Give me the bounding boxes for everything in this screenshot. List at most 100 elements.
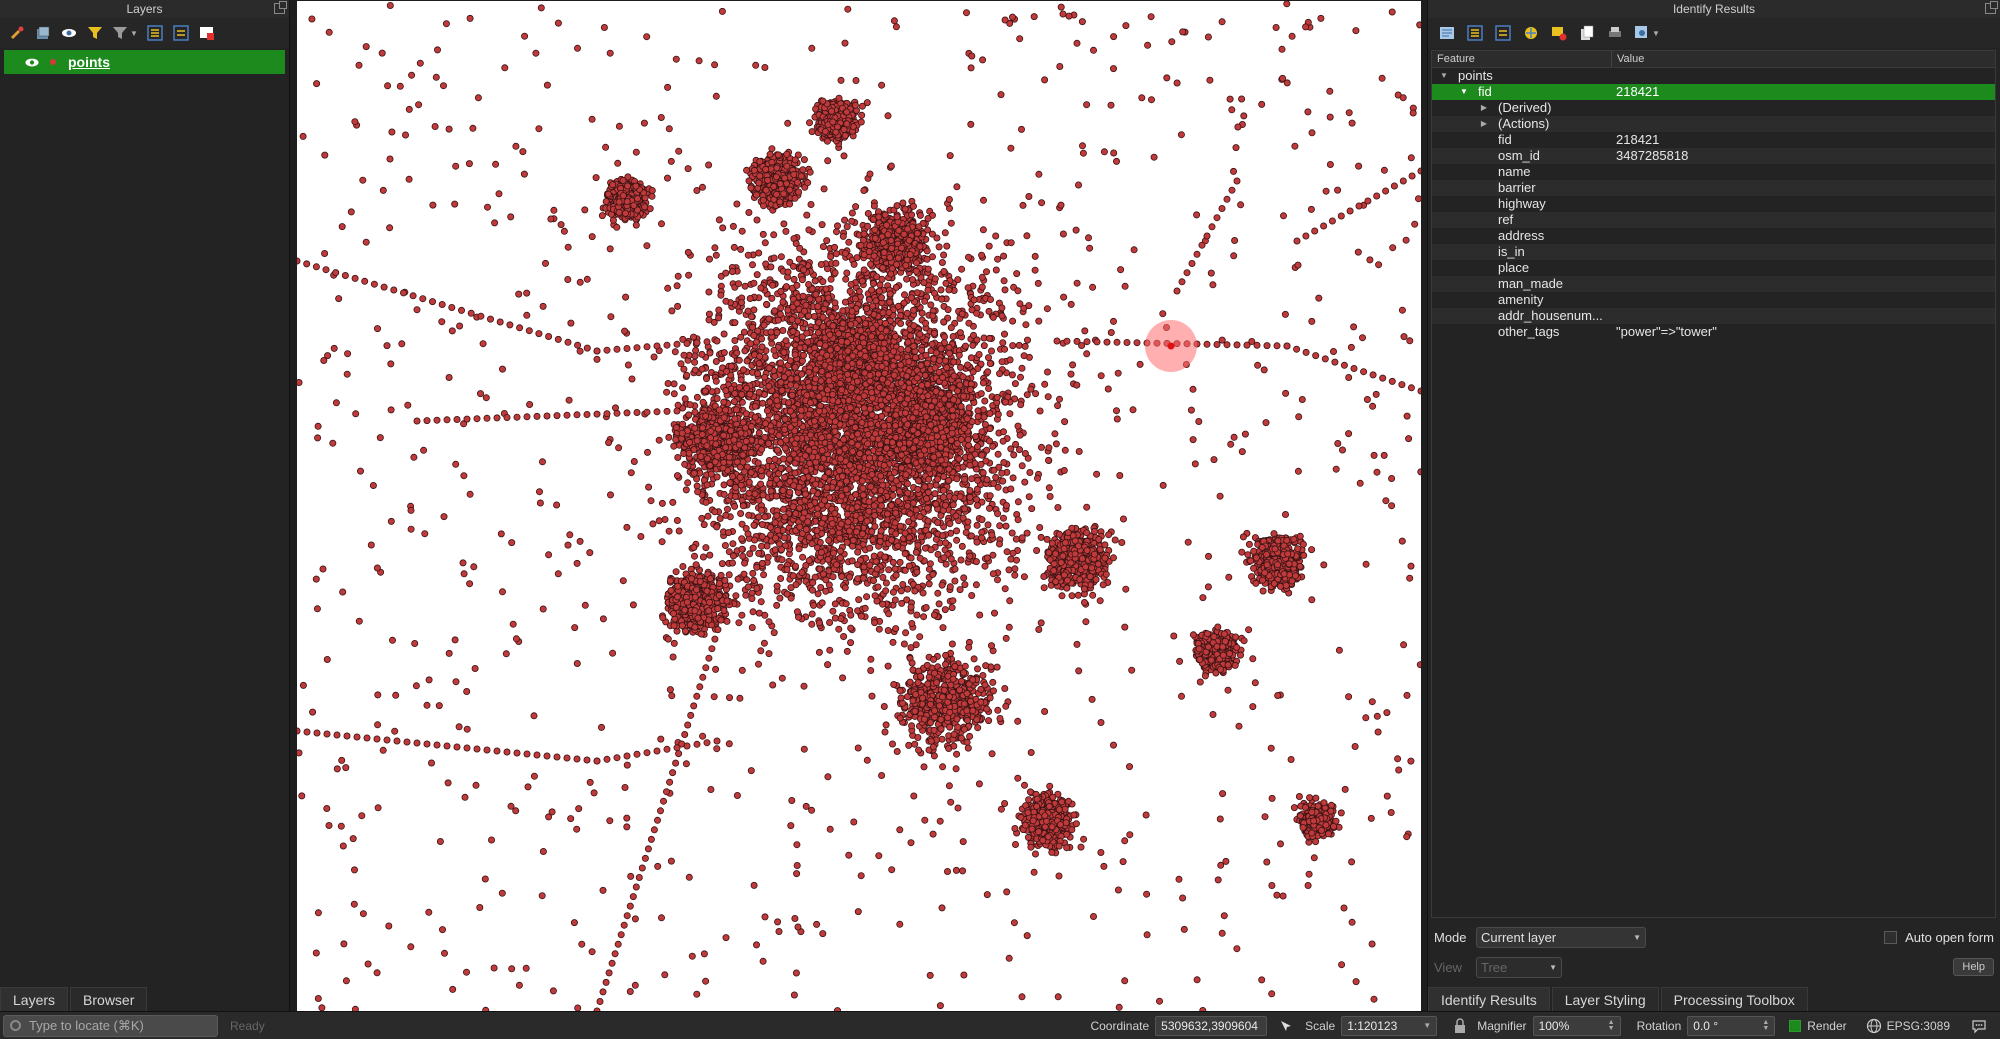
add-group-icon[interactable] — [34, 24, 52, 42]
map-point — [722, 367, 730, 375]
map-point — [892, 477, 900, 485]
map-point — [824, 661, 832, 669]
map-point — [857, 612, 865, 620]
map-point — [770, 629, 778, 637]
map-point — [866, 561, 874, 569]
map-point — [739, 552, 747, 560]
map-point — [698, 365, 706, 373]
map-point — [968, 532, 976, 540]
style-manager-icon[interactable] — [8, 24, 26, 42]
map-point — [857, 515, 865, 523]
map-point — [898, 599, 906, 607]
map-point — [974, 501, 982, 509]
map-point — [738, 666, 746, 674]
map-point — [770, 231, 778, 239]
map-point — [712, 377, 720, 385]
map-point — [757, 598, 765, 606]
float-panel-icon[interactable] — [274, 1, 287, 14]
map-point — [791, 562, 799, 570]
map-point — [969, 341, 977, 349]
map-point — [757, 506, 765, 514]
collapse-all-icon[interactable] — [172, 24, 190, 42]
map-point — [800, 351, 808, 359]
map-point — [727, 362, 735, 370]
map-canvas[interactable] — [297, 1, 1421, 1011]
filter-legend-icon[interactable] — [86, 24, 104, 42]
map-point — [924, 517, 932, 525]
map-point — [845, 238, 853, 246]
map-point — [790, 275, 798, 283]
map-point — [624, 361, 632, 369]
map-point — [836, 547, 844, 555]
map-point — [782, 227, 790, 235]
map-point — [914, 485, 922, 493]
tab-browser[interactable]: Browser — [70, 987, 148, 1011]
map-point — [722, 511, 730, 519]
map-point — [904, 480, 912, 488]
map-point — [945, 343, 953, 351]
map-point — [770, 346, 778, 354]
tab-layers[interactable]: Layers — [0, 987, 69, 1011]
map-point — [1026, 468, 1034, 476]
layer-item-points[interactable]: points — [4, 50, 285, 74]
map-point — [1083, 503, 1091, 511]
map-point — [960, 574, 968, 582]
map-point — [817, 548, 825, 556]
map-point — [761, 373, 769, 381]
map-point — [956, 586, 964, 594]
map-point — [856, 463, 864, 471]
map-point — [953, 475, 961, 483]
map-point — [973, 485, 981, 493]
map-point — [859, 530, 867, 538]
map-point — [901, 550, 909, 558]
map-point — [860, 186, 868, 194]
map-point — [839, 232, 847, 240]
map-point — [1051, 430, 1059, 438]
map-point — [711, 244, 719, 252]
map-point — [911, 587, 919, 595]
map-point — [999, 339, 1007, 347]
map-point — [828, 412, 836, 420]
map-point — [785, 465, 793, 473]
map-point — [777, 253, 785, 261]
map-point — [739, 366, 747, 374]
map-point — [844, 510, 852, 518]
map-point — [1034, 474, 1042, 482]
map-point — [936, 465, 944, 473]
map-point — [731, 502, 739, 510]
map-point — [922, 319, 930, 327]
map-point — [734, 280, 742, 288]
map-point — [875, 287, 883, 295]
map-point — [789, 327, 797, 335]
filter-by-expression-icon[interactable]: ▼ — [112, 25, 138, 41]
map-point — [861, 604, 869, 612]
map-point — [947, 324, 955, 332]
map-point — [793, 608, 801, 616]
map-point — [744, 307, 752, 315]
remove-layer-icon[interactable] — [198, 24, 216, 42]
map-point — [930, 355, 938, 363]
map-point — [1001, 398, 1009, 406]
map-point — [899, 581, 907, 589]
map-point — [811, 344, 819, 352]
expand-all-icon[interactable] — [146, 24, 164, 42]
map-point — [916, 633, 924, 641]
map-point — [757, 542, 765, 550]
map-point — [722, 297, 730, 305]
map-points-group — [297, 1, 1421, 1011]
map-point — [724, 529, 732, 537]
map-point — [972, 581, 980, 589]
map-point — [871, 592, 879, 600]
map-point — [877, 527, 885, 535]
map-point — [975, 350, 983, 358]
manage-visibility-icon[interactable] — [60, 24, 78, 42]
map-point — [1038, 199, 1046, 207]
map-point — [917, 533, 925, 541]
map-point — [743, 576, 751, 584]
map-point — [892, 571, 900, 579]
map-point — [881, 553, 889, 561]
map-point — [837, 520, 845, 528]
map-point — [747, 313, 755, 321]
map-point — [713, 523, 721, 531]
eye-icon[interactable] — [22, 54, 42, 70]
